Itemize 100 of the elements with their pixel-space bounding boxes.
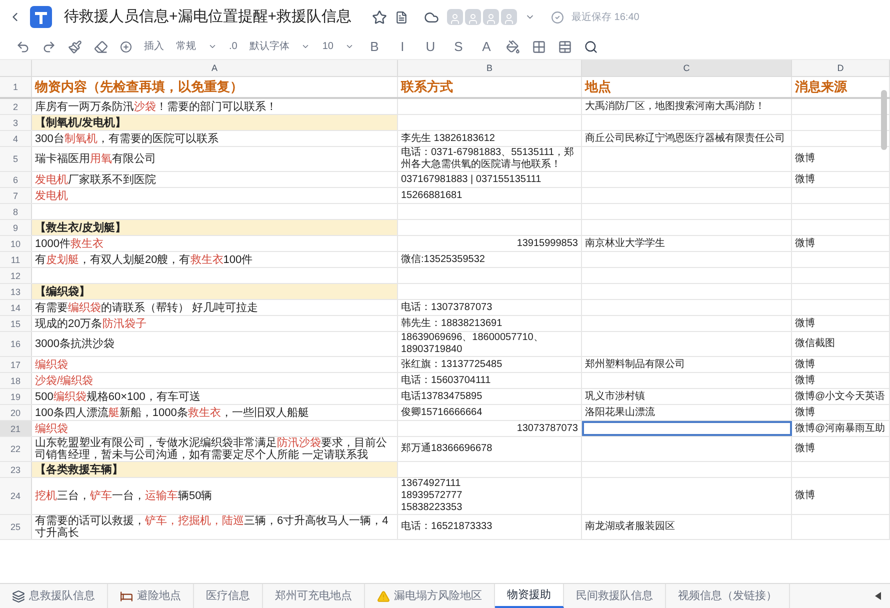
table-cell: 15266881681 [401, 190, 462, 202]
cloud-icon[interactable] [424, 10, 439, 24]
row-number[interactable]: 13 [0, 284, 32, 299]
vertical-scrollbar[interactable] [881, 90, 887, 150]
row-number[interactable]: 6 [0, 172, 32, 187]
table-cell: 微博 [795, 153, 815, 165]
table-cell: 巩义市涉村镇 [585, 390, 645, 402]
row-number[interactable]: 14 [0, 300, 32, 315]
table-cell: 【编织袋】 [35, 286, 90, 298]
table-cell: 电话：13073787073 [401, 302, 492, 314]
table-cell: 3000条抗洪沙袋 [35, 338, 114, 350]
table-cell: 商丘公司民称辽宁鸿恩医疗器械有限责任公司 [585, 132, 785, 144]
row-number[interactable]: 23 [0, 462, 32, 477]
column-header[interactable]: A [32, 60, 398, 76]
table-cell: 发电机厂家联系不到医院 [35, 174, 156, 186]
table-cell: 挖机三台，铲车一台，运输车辆50辆 [35, 490, 212, 502]
table-cell: 微博 [795, 443, 815, 455]
sheet-tab[interactable]: 避险地点 [108, 584, 194, 608]
table-cell: 沙袋/编织袋 [35, 374, 94, 386]
table-cell: 【救生衣/皮划艇】 [35, 222, 126, 234]
row-number[interactable]: 25 [0, 515, 32, 539]
selected-cell[interactable] [582, 421, 792, 436]
row-number[interactable]: 16 [0, 332, 32, 356]
sheet-tab[interactable]: 息救援队信息 [0, 584, 108, 608]
table-cell: 微博 [795, 358, 815, 370]
row-number[interactable]: 5 [0, 147, 32, 171]
table-cell: 1000件救生衣 [35, 238, 104, 250]
table-cell: 有需要编织袋的请联系（帮转） 好几吨可拉走 [35, 302, 258, 314]
table-cell: 100条四人漂流艇新船，1000条救生衣，一些旧双人船艇 [35, 406, 309, 418]
table-cell: 微信截图 [795, 338, 835, 350]
save-status: 最近保存 16:40 [572, 10, 640, 24]
table-cell: 13915999853 [516, 238, 578, 250]
row-number[interactable]: 9 [0, 220, 32, 235]
table-cell: 郑万通18366696678 [401, 443, 492, 455]
table-cell-text: 18639069696、18600057710、18903719840 [401, 332, 544, 356]
table-cell: 大禹消防厂区，地图搜索河南大禹消防！ [585, 100, 765, 112]
table-cell: 郑州塑料制品有限公司 [585, 358, 685, 370]
app-logo-icon [30, 6, 52, 28]
table-cell: 500编织袋规格60×100，有车可送 [35, 390, 200, 402]
sheet-tab[interactable]: 视频信息（发链接） [666, 584, 790, 608]
table-cell: 300台制氧机，有需要的医院可以联系 [35, 132, 218, 144]
table-cell-text: 电话：0371-67981883、55135111，郑州各大急需供氧的医院请与他联系！ [401, 147, 576, 171]
row-number[interactable]: 1 [0, 77, 32, 97]
row-number[interactable]: 17 [0, 357, 32, 372]
table-cell: 消息来源 [795, 79, 847, 95]
table-cell-text: 山东乾盟塑业有限公司，专做水泥编织袋非常满足防汛沙袋要求，目前公司销售经理，暂未与公司沟通，如有需要定尽个人所能 一定请联系我 [35, 437, 388, 461]
row-number[interactable]: 12 [0, 268, 32, 283]
table-cell: 现成的20万条防汛袋子 [35, 318, 146, 330]
table-cell: 韩先生：18838213691 [401, 318, 502, 330]
row-number[interactable]: 8 [0, 204, 32, 219]
row-number[interactable]: 4 [0, 131, 32, 146]
row-number[interactable]: 18 [0, 373, 32, 388]
row-number[interactable]: 19 [0, 389, 32, 404]
table-cell: 微博 [795, 374, 815, 386]
table-cell: 微博 [795, 490, 815, 502]
table-cell: 微博@小文今天英语 [795, 390, 886, 402]
document-title: 待救援人员信息+漏电位置提醒+救援队信息 [64, 6, 352, 27]
row-number[interactable]: 10 [0, 236, 32, 251]
table-cell: 13073787073 [516, 422, 578, 434]
column-header[interactable]: C [582, 60, 792, 76]
star-icon[interactable] [372, 10, 387, 24]
column-header[interactable]: D [792, 60, 890, 76]
sheet-tab[interactable]: 物资援助 [495, 584, 564, 608]
table-cell: 物资内容（先检查再填，以免重复） [35, 79, 243, 95]
row-number[interactable]: 15 [0, 316, 32, 331]
warning-icon [377, 590, 390, 602]
row-number[interactable]: 20 [0, 405, 32, 420]
table-cell: 微博@河南暴雨互助 [795, 422, 886, 434]
scroll-left-icon[interactable] [874, 592, 882, 600]
table-cell: 电话：15603704111 [401, 374, 491, 386]
check-circle-icon [550, 10, 564, 24]
row-number[interactable]: 7 [0, 188, 32, 203]
document-icon[interactable] [394, 10, 408, 24]
row-number[interactable]: 2 [0, 99, 32, 114]
table-cell: 微博 [795, 406, 815, 418]
table-cell: 洛阳花果山漂流 [585, 406, 655, 418]
table-cell: 张红旗：13137725485 [401, 358, 502, 370]
table-cell: 13674927111 18939572777 15838223353 [401, 478, 462, 514]
table-cell: 有皮划艇，有双人划艇20艘，有救生衣100件 [35, 254, 253, 266]
sheet-tab[interactable]: 郑州可充电地点 [263, 584, 365, 608]
table-cell: 微博 [795, 174, 815, 186]
table-cell: 李先生 13826183612 [401, 132, 495, 144]
table-cell: 微信:13525359532 [401, 254, 485, 266]
table-cell: 电话：16521873333 [401, 521, 492, 533]
table-cell: 微博 [795, 318, 815, 330]
table-cell: 俊卿15716666664 [401, 406, 482, 418]
row-number[interactable]: 11 [0, 252, 32, 267]
table-cell: 发电机 [35, 190, 68, 202]
table-cell: 南京林业大学学生 [585, 238, 665, 250]
table-cell: 037167981883 | 037155135111 [401, 174, 542, 186]
sheet-tab[interactable]: 民间救援队信息 [564, 584, 666, 608]
table-cell: 【制氧机/发电机】 [35, 116, 126, 128]
layers-icon [12, 590, 25, 602]
row-number[interactable]: 3 [0, 115, 32, 130]
table-cell: 【各类救援车辆】 [35, 464, 123, 476]
row-number[interactable]: 22 [0, 437, 32, 461]
row-number[interactable]: 24 [0, 478, 32, 514]
table-cell: 编织袋 [35, 358, 68, 370]
sheet-tab[interactable]: 医疗信息 [194, 584, 263, 608]
row-number[interactable]: 21 [0, 421, 32, 436]
